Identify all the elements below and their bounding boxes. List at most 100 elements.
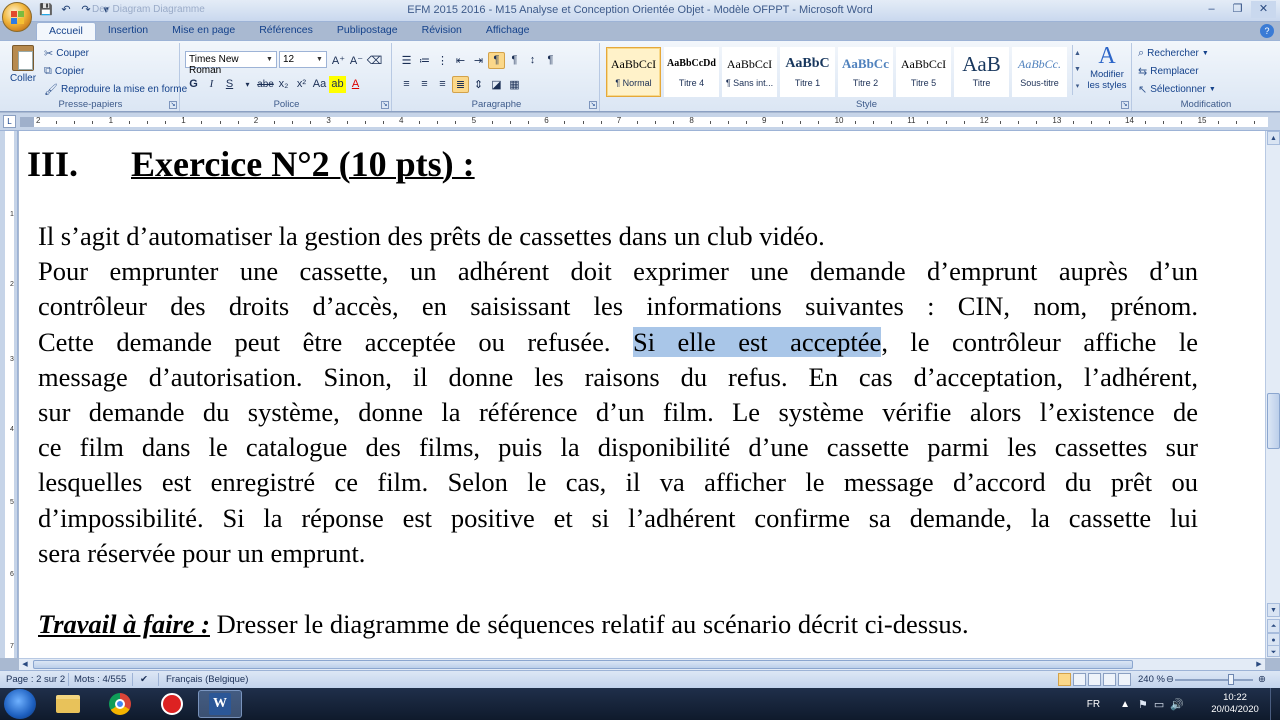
modify-styles-button[interactable]: A Modifier les styles — [1086, 43, 1128, 91]
zoom-in-icon[interactable]: ⊕ — [1258, 674, 1266, 685]
input-language[interactable]: FR — [1087, 699, 1100, 710]
page-count[interactable]: Page : 2 sur 2 — [6, 674, 65, 685]
dropdown-arrow-icon[interactable]: ▾ — [239, 76, 256, 93]
taskbar-chrome[interactable] — [98, 690, 142, 718]
font-size-field[interactable]: 12 ▼ — [279, 51, 327, 68]
maximize-button[interactable]: ❐ — [1225, 1, 1250, 18]
selected-text[interactable]: Si elle est acceptée — [632, 326, 882, 357]
style-gallery-scroll[interactable]: ▲ ▼ ▾ — [1072, 45, 1082, 95]
style-sans-interligne[interactable]: AaBbCcI ¶ Sans int... — [722, 47, 777, 97]
print-layout-icon[interactable] — [1058, 673, 1071, 686]
tab-publipostage[interactable]: Publipostage — [325, 22, 410, 40]
show-marks-icon[interactable]: ¶ — [542, 52, 559, 69]
strikethrough-icon[interactable]: abe — [257, 76, 274, 93]
horizontal-ruler[interactable]: L 2 1 1 2 3 4 5 6 7 8 9 10 11 12 13 14 15 — [0, 113, 1280, 131]
next-page-icon[interactable]: ⏷ — [1267, 645, 1280, 657]
change-case-icon[interactable]: Aa — [311, 76, 328, 93]
tab-selector-icon[interactable]: L — [3, 115, 16, 128]
chevron-up-icon[interactable]: ▲ — [1074, 50, 1081, 57]
taskbar-word[interactable]: W — [198, 690, 242, 718]
previous-page-icon[interactable]: ⏶ — [1267, 619, 1280, 633]
style-titre-2[interactable]: AaBbCc Titre 2 — [838, 47, 893, 97]
dialog-launcher-icon[interactable]: ↘ — [589, 101, 597, 109]
dropdown-arrow-icon[interactable]: ▼ — [314, 53, 325, 66]
style-sous-titre[interactable]: AaBbCc. Sous-titre — [1012, 47, 1067, 97]
language-indicator[interactable]: Français (Belgique) — [166, 674, 248, 685]
dialog-launcher-icon[interactable]: ↘ — [1121, 101, 1129, 109]
chevron-down-icon[interactable]: ▼ — [1074, 66, 1081, 73]
scroll-right-icon[interactable]: ▶ — [1253, 659, 1265, 670]
draft-icon[interactable] — [1118, 673, 1131, 686]
justify-icon[interactable]: ≣ — [452, 75, 469, 93]
start-button[interactable] — [4, 689, 36, 719]
tab-mise-en-page[interactable]: Mise en page — [160, 22, 247, 40]
horizontal-scrollbar[interactable]: ◀ ▶ — [19, 658, 1265, 670]
taskbar-explorer[interactable] — [46, 690, 90, 718]
document-page[interactable]: III. Exercice N°2 (10 pts) : Il s’agit d’… — [19, 131, 1265, 658]
align-center-icon[interactable]: ≡ — [416, 76, 433, 93]
close-button[interactable]: ✕ — [1251, 1, 1276, 18]
zoom-slider[interactable] — [1175, 679, 1253, 681]
grow-font-icon[interactable]: A⁺ — [330, 52, 347, 69]
copy-button[interactable]: ⧉ Copier — [44, 65, 84, 78]
ltr-icon[interactable]: ¶ — [506, 52, 523, 69]
full-screen-icon[interactable] — [1073, 673, 1086, 686]
exercise-paragraph[interactable]: Il s’agit d’automatiser la gestion des p… — [38, 219, 1198, 571]
font-color-icon[interactable]: A — [347, 76, 364, 93]
highlight-icon[interactable]: ab — [329, 75, 346, 93]
help-icon[interactable]: ? — [1260, 24, 1274, 38]
subscript-icon[interactable]: x₂ — [275, 76, 292, 93]
office-button[interactable] — [2, 2, 32, 32]
show-desktop-button[interactable] — [1270, 688, 1280, 720]
format-painter-button[interactable]: 🖌 Reproduire la mise en forme — [44, 83, 187, 96]
word-count[interactable]: Mots : 4/555 — [74, 674, 126, 685]
minimize-button[interactable]: – — [1199, 1, 1224, 18]
more-icon[interactable]: ▾ — [1076, 82, 1080, 90]
shrink-font-icon[interactable]: A⁻ — [348, 52, 365, 69]
numbering-icon[interactable]: ≔ — [416, 52, 433, 69]
cut-button[interactable]: ✂ Couper — [44, 47, 89, 60]
superscript-icon[interactable]: x² — [293, 76, 310, 93]
tab-accueil[interactable]: Accueil — [36, 22, 96, 40]
underline-icon[interactable]: S — [221, 76, 238, 93]
dialog-launcher-icon[interactable]: ↘ — [169, 101, 177, 109]
rtl-icon[interactable]: ¶ — [488, 51, 505, 69]
style-titre-4[interactable]: AaBbCcDd Titre 4 — [664, 47, 719, 97]
tab-revision[interactable]: Révision — [410, 22, 474, 40]
zoom-out-icon[interactable]: ⊖ — [1166, 674, 1174, 685]
scroll-up-icon[interactable]: ▲ — [1267, 131, 1280, 145]
dropdown-arrow-icon[interactable]: ▼ — [264, 53, 275, 66]
tab-insertion[interactable]: Insertion — [96, 22, 160, 40]
style-titre-1[interactable]: AaBbC Titre 1 — [780, 47, 835, 97]
style-titre[interactable]: AaB Titre — [954, 47, 1009, 97]
tab-references[interactable]: Références — [247, 22, 325, 40]
vertical-ruler[interactable]: 1 2 3 4 5 6 7 — [0, 131, 18, 658]
spellcheck-icon[interactable]: ✔ — [140, 674, 148, 685]
taskbar-recorder[interactable] — [150, 690, 194, 718]
select-button[interactable]: ↖ Sélectionner ▼ — [1138, 83, 1216, 96]
network-icon[interactable]: ▭ — [1154, 699, 1170, 711]
decrease-indent-icon[interactable]: ⇤ — [452, 52, 469, 69]
clock[interactable]: 10:22 20/04/2020 — [1204, 692, 1266, 716]
replace-button[interactable]: ⇆ Remplacer — [1138, 65, 1199, 78]
style-titre-5[interactable]: AaBbCcI Titre 5 — [896, 47, 951, 97]
italic-icon[interactable]: I — [203, 76, 220, 93]
tab-affichage[interactable]: Affichage — [474, 22, 542, 40]
zoom-slider-handle[interactable] — [1228, 674, 1234, 685]
vertical-scrollbar[interactable]: ▲ ▼ ⏶ ● ⏷ — [1265, 131, 1280, 658]
bullets-icon[interactable]: ☰ — [398, 52, 415, 69]
flag-icon[interactable]: ⚑ — [1138, 699, 1154, 711]
font-name-field[interactable]: Times New Roman ▼ — [185, 51, 277, 76]
find-button[interactable]: ⌕ Rechercher ▼ — [1138, 47, 1209, 60]
scroll-left-icon[interactable]: ◀ — [19, 659, 31, 670]
paste-button[interactable]: Coller — [6, 45, 40, 84]
show-hidden-icons-icon[interactable]: ▲ — [1120, 699, 1130, 710]
increase-indent-icon[interactable]: ⇥ — [470, 52, 487, 69]
outline-icon[interactable] — [1103, 673, 1116, 686]
borders-icon[interactable]: ▦ — [506, 76, 523, 93]
volume-icon[interactable]: 🔊 — [1170, 699, 1190, 711]
scroll-down-icon[interactable]: ▼ — [1267, 603, 1280, 617]
zoom-level[interactable]: 240 % — [1138, 674, 1165, 685]
scroll-thumb[interactable] — [33, 660, 1133, 669]
sort-icon[interactable]: ↕ — [524, 52, 541, 69]
